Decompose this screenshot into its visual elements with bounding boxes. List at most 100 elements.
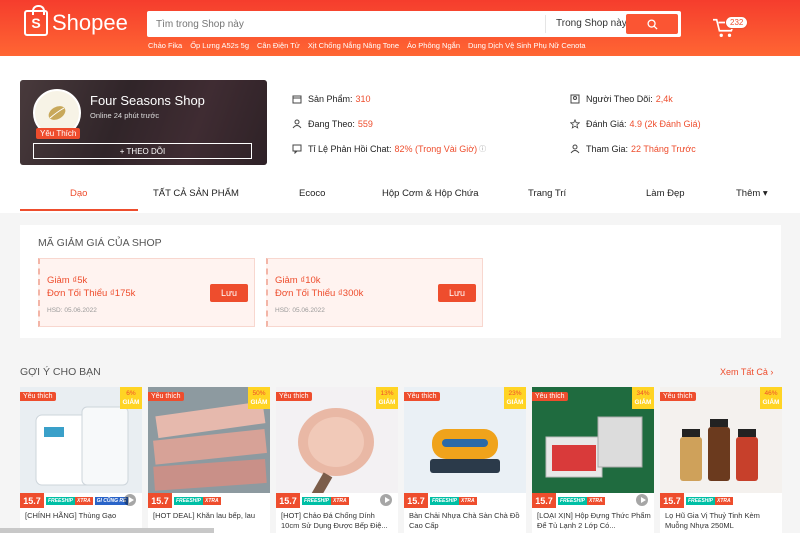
product-name: [LOẠI XỊN] Hộp Đựng Thức Phẩm Để Tủ Lạnh… bbox=[537, 511, 651, 530]
product-card[interactable]: Yêu thích 34% GIẢM 15.7 FREESHIP XTRA [LOẠI XỊ… bbox=[532, 387, 654, 533]
discount-badge: 23% GIẢM bbox=[504, 387, 526, 409]
discount-badge: 13% GIẢM bbox=[376, 387, 398, 409]
xtra-label: XTRA bbox=[459, 496, 477, 505]
product-card[interactable]: Yêu thích 13% GIẢM 15.7 FREESHIP XTRA [HOT] Ch… bbox=[276, 387, 398, 533]
stat-label: Sản Phẩm: bbox=[308, 94, 353, 104]
save-voucher-button[interactable]: Lưu bbox=[438, 284, 476, 302]
stat-label: Đánh Giá: bbox=[586, 119, 627, 129]
shop-tabs: Dạo TẤT CẢ SẢN PHẨM Ecoco Hộp Cơm & Hộp … bbox=[0, 181, 800, 211]
product-card[interactable]: Yêu thích 23% GIẢM 15.7 FREESHIP XTRA Bàn Chải… bbox=[404, 387, 526, 533]
voucher-card: Giảm ₫5k Đơn Tối Thiểu ₫175k HSD: 05.06.… bbox=[38, 258, 255, 327]
discount-word: GIẢM bbox=[506, 399, 524, 406]
follow-button[interactable]: + THEO DÕI bbox=[33, 143, 252, 159]
favorite-label: Yêu thích bbox=[276, 392, 312, 401]
leaf-logo-icon bbox=[48, 106, 66, 120]
xtra-label: XTRA bbox=[587, 496, 605, 505]
discount-percent: 23% bbox=[508, 390, 522, 397]
freeship-badge: FREESHIP XTRA bbox=[684, 493, 782, 508]
suggestion-link[interactable]: Dung Dịch Vệ Sinh Phụ Nữ Cenota bbox=[468, 41, 586, 50]
play-video-icon[interactable] bbox=[124, 494, 136, 506]
suggestion-link[interactable]: Chảo Fika bbox=[148, 41, 182, 50]
user-icon bbox=[292, 119, 302, 129]
voucher-expiry: HSD: 05.06.2022 bbox=[275, 307, 325, 314]
info-icon[interactable]: ⓘ bbox=[479, 144, 486, 154]
favorite-label: Yêu thích bbox=[404, 392, 440, 401]
search-button[interactable] bbox=[626, 14, 678, 34]
discount-badge: 6% GIẢM bbox=[120, 387, 142, 409]
product-card[interactable]: Yêu thích 46% GIẢM 15.7 FREESHIP XTRA Lọ Hũ Gi… bbox=[660, 387, 782, 533]
discount-badge: 50% GIẢM bbox=[248, 387, 270, 409]
search-input[interactable] bbox=[147, 13, 542, 35]
voucher-min-order: Đơn Tối Thiểu ₫300k bbox=[275, 288, 364, 299]
favorite-label: Yêu thích bbox=[148, 392, 184, 401]
product-card[interactable]: Yêu thích 50% GIẢM 15.7 FREESHIP XTRA [HOT DEA… bbox=[148, 387, 270, 533]
product-grid: Yêu thích 6% GIẢM 15.7 FREESHIP XTRA GI CŨNG … bbox=[20, 387, 782, 533]
promo-bar: 15.7 FREESHIP XTRA bbox=[148, 493, 270, 508]
shop-card: Yêu Thích Four Seasons Shop Online 24 ph… bbox=[20, 80, 267, 165]
shopping-bag-icon: S bbox=[24, 5, 48, 36]
search-scope-select[interactable]: Trong Shop này ⌄ bbox=[545, 15, 637, 33]
stat-value: 22 Tháng Trước bbox=[631, 144, 696, 154]
suggestion-link[interactable]: Áo Phông Ngắn bbox=[407, 41, 460, 50]
discount-percent: 13% bbox=[380, 390, 394, 397]
discount-word: GIẢM bbox=[378, 399, 396, 406]
see-all-link[interactable]: Xem Tất Cả › bbox=[720, 367, 773, 377]
promo-bar: 15.7 FREESHIP XTRA bbox=[660, 493, 782, 508]
freeship-label: FREESHIP bbox=[430, 496, 460, 505]
freeship-label: FREESHIP bbox=[46, 496, 76, 505]
discount-percent: 46% bbox=[764, 390, 778, 397]
tab-ecoco[interactable]: Ecoco bbox=[299, 188, 325, 199]
stat-value: 4.9 (2k Đánh Giá) bbox=[629, 119, 701, 129]
stat-label: Đang Theo: bbox=[308, 119, 355, 129]
xtra-label: XTRA bbox=[203, 496, 221, 505]
chat-icon bbox=[292, 144, 302, 154]
tab-beauty[interactable]: Làm Đẹp bbox=[646, 188, 685, 199]
tab-decor[interactable]: Trang Trí bbox=[528, 188, 566, 199]
voucher-discount: Giảm ₫5k bbox=[47, 275, 88, 286]
suggestion-link[interactable]: Xịt Chống Nắng Nâng Tone bbox=[308, 41, 399, 50]
product-card[interactable]: Yêu thích 6% GIẢM 15.7 FREESHIP XTRA GI CŨNG … bbox=[20, 387, 142, 533]
suggestion-link[interactable]: Cân Điện Tử bbox=[257, 41, 300, 50]
freeship-label: FREESHIP bbox=[558, 496, 588, 505]
promo-date: 15.7 bbox=[20, 493, 44, 508]
discount-badge: 46% GIẢM bbox=[760, 387, 782, 409]
promo-date: 15.7 bbox=[276, 493, 300, 508]
favorite-label: Yêu thích bbox=[20, 392, 56, 401]
discount-word: GIẢM bbox=[122, 399, 140, 406]
play-video-icon[interactable] bbox=[636, 494, 648, 506]
stat-followers: Người Theo Dõi: 2,4k bbox=[570, 94, 673, 104]
voucher-card: Giảm ₫10k Đơn Tối Thiểu ₫300k HSD: 05.06… bbox=[266, 258, 483, 327]
discount-percent: 34% bbox=[636, 390, 650, 397]
tab-dao[interactable]: Dạo bbox=[70, 188, 87, 199]
horizontal-scrollbar[interactable] bbox=[0, 528, 214, 533]
cart-count-badge: 232 bbox=[725, 16, 749, 29]
promo-date: 15.7 bbox=[148, 493, 172, 508]
tab-lunch-boxes[interactable]: Hộp Cơm & Hộp Chứa bbox=[382, 188, 479, 199]
stat-label: Tham Gia: bbox=[586, 144, 629, 154]
freeship-label: FREESHIP bbox=[686, 496, 716, 505]
save-voucher-button[interactable]: Lưu bbox=[210, 284, 248, 302]
product-name: Lọ Hũ Gia Vị Thuỷ Tinh Kèm Muỗng Nhựa 25… bbox=[665, 511, 760, 530]
discount-badge: 34% GIẢM bbox=[632, 387, 654, 409]
stat-value: 310 bbox=[355, 94, 371, 104]
tab-all-products[interactable]: TẤT CẢ SẢN PHẨM bbox=[153, 188, 239, 199]
freeship-label: FREESHIP bbox=[174, 496, 204, 505]
voucher-discount: Giảm ₫10k bbox=[275, 275, 321, 286]
voucher-min-order: Đơn Tối Thiểu ₫175k bbox=[47, 288, 136, 299]
tab-more[interactable]: Thêm ▾ bbox=[736, 188, 768, 199]
user-icon bbox=[570, 144, 580, 154]
search-scope-label: Trong Shop này bbox=[556, 18, 627, 29]
search-bar: Trong Shop này ⌄ bbox=[147, 11, 681, 37]
voucher-section: MÃ GIẢM GIÁ CỦA SHOP Giảm ₫5k Đơn Tối Th… bbox=[20, 225, 781, 338]
stat-rating: Đánh Giá: 4.9 (2k Đánh Giá) bbox=[570, 119, 701, 129]
promo-date: 15.7 bbox=[660, 493, 684, 508]
discount-percent: 50% bbox=[252, 390, 266, 397]
see-all-label: Xem Tất Cả bbox=[720, 367, 768, 377]
play-video-icon[interactable] bbox=[380, 494, 392, 506]
stat-value: 2,4k bbox=[655, 94, 673, 104]
suggestion-link[interactable]: Ốp Lưng A52s 5g bbox=[190, 41, 249, 50]
freeship-badge: FREESHIP XTRA bbox=[172, 493, 270, 508]
xtra-label: XTRA bbox=[75, 496, 93, 505]
shopee-logo[interactable]: S Shopee bbox=[24, 5, 128, 36]
search-suggestions: Chảo Fika Ốp Lưng A52s 5g Cân Điện Tử Xị… bbox=[148, 41, 594, 50]
